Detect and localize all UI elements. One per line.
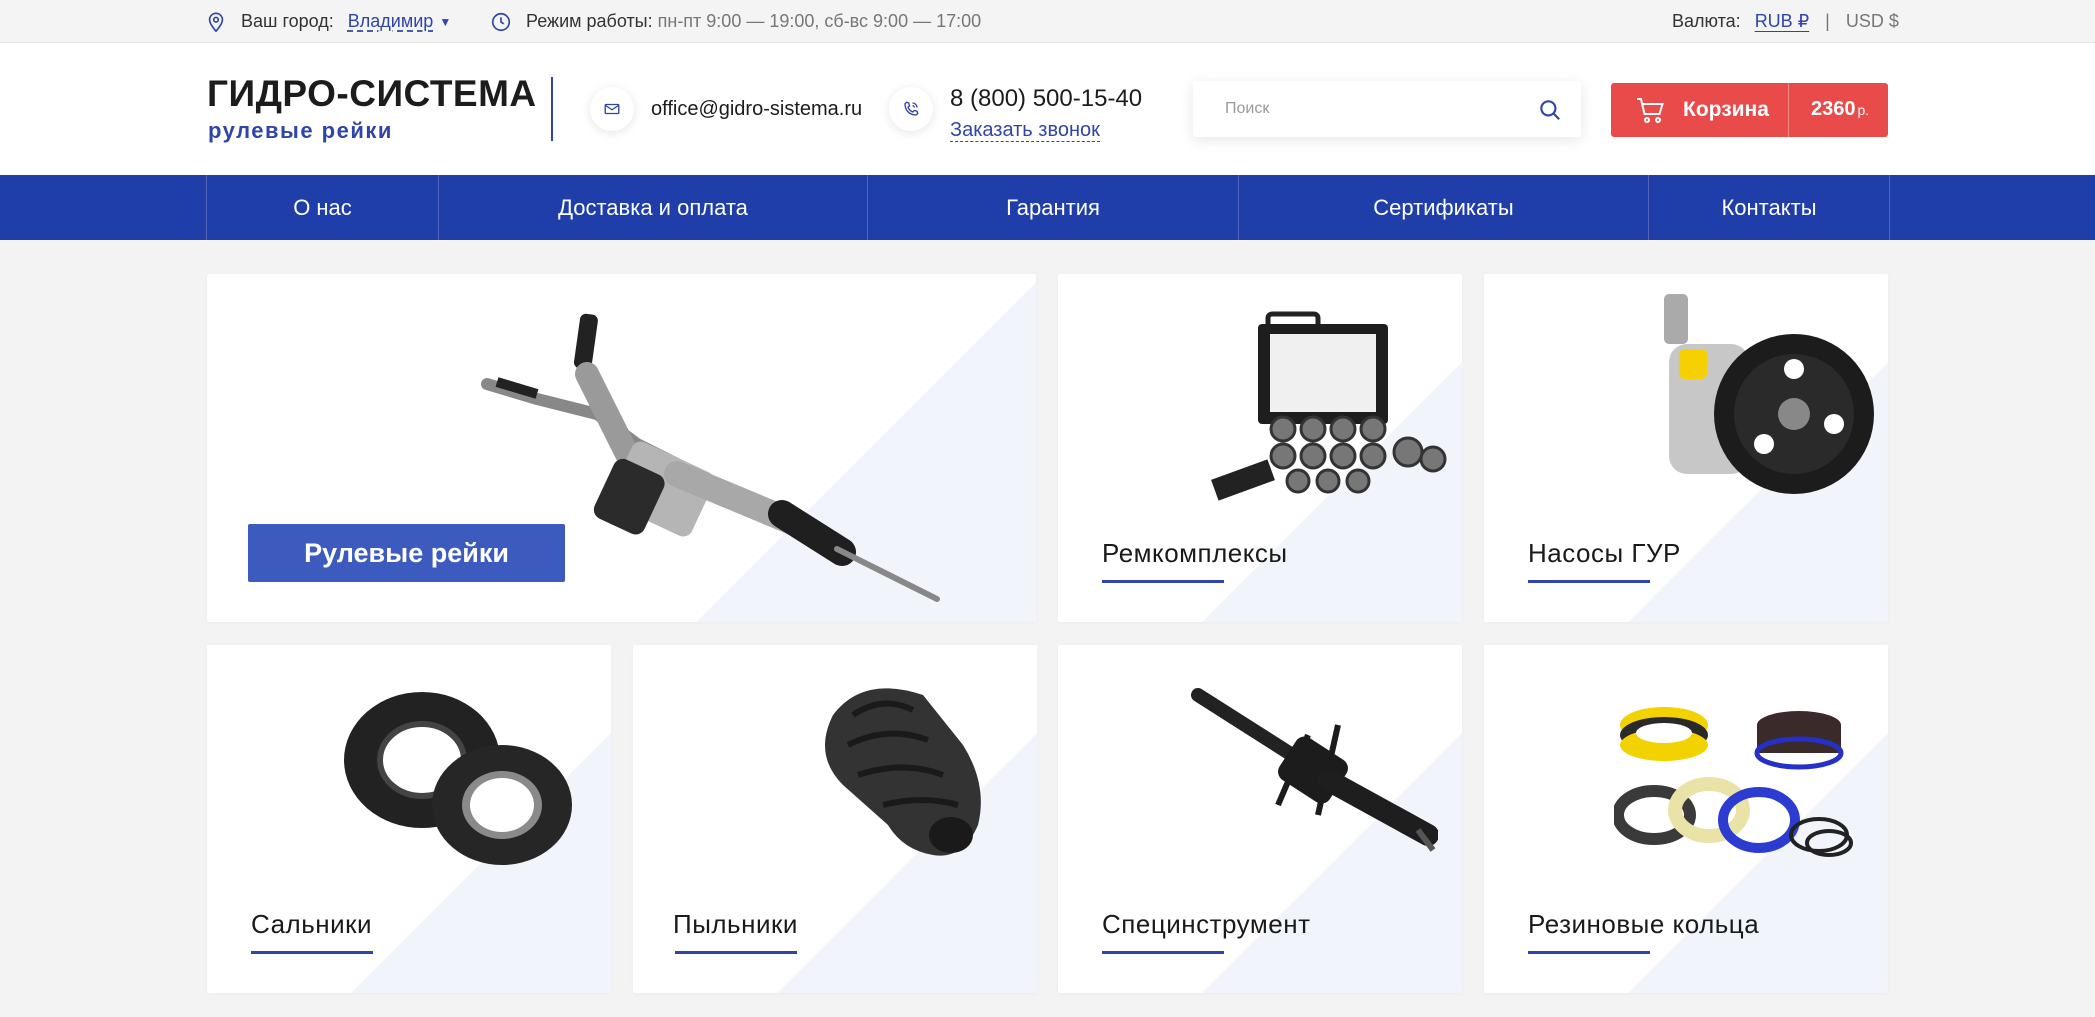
category-title-special-tools: Специнструмент	[1102, 909, 1311, 939]
title-underline	[1528, 951, 1650, 954]
cart-total: 2360 р.	[1811, 98, 1869, 121]
search-input[interactable]	[1193, 81, 1513, 137]
working-hours: Режим работы: пн-пт 9:00 — 19:00, сб-вс …	[490, 0, 981, 43]
cart-sum-value: 2360	[1811, 98, 1856, 120]
category-title-boots: Пыльники	[673, 909, 798, 939]
category-card-pumps[interactable]: Насосы ГУР	[1484, 274, 1888, 622]
nav-divider	[1889, 175, 1890, 240]
nav-item-delivery[interactable]: Доставка и оплата	[438, 175, 867, 240]
mail-icon	[604, 103, 620, 115]
category-card-oil-seals[interactable]: Сальники	[207, 645, 611, 993]
email-link[interactable]: office@gidro-sistema.ru	[651, 98, 862, 121]
header: ГИДРО-СИСТЕМА рулевые рейки office@gidro…	[0, 43, 2095, 175]
title-underline	[1102, 580, 1224, 583]
category-card-repair-kits[interactable]: Ремкомплексы	[1058, 274, 1462, 622]
city-label: Ваш город:	[241, 11, 334, 31]
category-title-repair-kits: Ремкомплексы	[1102, 538, 1288, 568]
cart-divider	[1788, 83, 1789, 137]
cart-button[interactable]: Корзина 2360 р.	[1611, 83, 1888, 137]
cart-icon	[1637, 98, 1664, 123]
special-tool-icon	[1191, 688, 1438, 852]
logo-divider	[551, 77, 553, 141]
main-nav: О нас Доставка и оплата Гарантия Сертифи…	[0, 175, 2095, 240]
title-underline	[675, 951, 797, 954]
rubber-rings-icon	[1614, 707, 1853, 857]
email-icon-badge	[590, 87, 634, 131]
currency-separator: |	[1825, 11, 1830, 31]
nav-item-warranty[interactable]: Гарантия	[867, 175, 1238, 240]
category-title-steering-racks[interactable]: Рулевые рейки	[248, 524, 565, 582]
chevron-down-icon: ▼	[439, 14, 452, 29]
top-bar: Ваш город: Владимир ▼ Режим работы: пн-п…	[0, 0, 2095, 43]
title-underline	[251, 951, 373, 954]
currency-switcher: Валюта: RUB ₽ | USD $	[1672, 0, 1899, 43]
boot-icon	[825, 688, 981, 856]
currency-label: Валюта:	[1672, 11, 1741, 31]
city-selector[interactable]: Ваш город: Владимир ▼	[205, 0, 451, 43]
callback-link[interactable]: Заказать звонок	[950, 119, 1100, 142]
logo-subtitle: рулевые рейки	[208, 118, 393, 143]
nav-item-about[interactable]: О нас	[206, 175, 438, 240]
cart-label: Корзина	[1683, 98, 1769, 121]
location-pin-icon	[208, 11, 224, 32]
hours-value: пн-пт 9:00 — 19:00, сб-вс 9:00 — 17:00	[657, 11, 982, 31]
nav-item-contacts[interactable]: Контакты	[1648, 175, 1889, 240]
phone-number[interactable]: 8 (800) 500-15-40	[950, 85, 1142, 113]
category-title-rubber-rings: Резиновые кольца	[1528, 909, 1760, 939]
repair-kit-icon	[1211, 311, 1447, 501]
hours-label: Режим работы:	[526, 11, 653, 31]
currency-rub[interactable]: RUB ₽	[1755, 11, 1809, 32]
category-card-steering-racks[interactable]: Рулевые рейки	[207, 274, 1036, 622]
pump-icon	[1664, 294, 1874, 494]
title-underline	[1102, 951, 1224, 954]
phone-icon-badge	[889, 87, 933, 131]
oil-seal-icon	[344, 692, 572, 865]
nav-item-certificates[interactable]: Сертификаты	[1238, 175, 1648, 240]
currency-usd[interactable]: USD $	[1846, 11, 1899, 32]
search-box	[1193, 81, 1581, 137]
category-title-oil-seals: Сальники	[251, 909, 373, 939]
city-value[interactable]: Владимир	[348, 11, 434, 32]
title-underline	[1528, 580, 1650, 583]
phone-icon	[904, 101, 919, 116]
clock-icon	[491, 12, 511, 31]
category-card-boots[interactable]: Пыльники	[633, 645, 1037, 993]
category-card-special-tools[interactable]: Специнструмент	[1058, 645, 1462, 993]
category-card-rubber-rings[interactable]: Резиновые кольца	[1484, 645, 1888, 993]
search-icon[interactable]	[1537, 97, 1563, 123]
logo-title[interactable]: ГИДРО-СИСТЕМА	[207, 73, 537, 115]
cart-currency: р.	[1857, 102, 1870, 118]
category-title-pumps: Насосы ГУР	[1528, 538, 1681, 568]
